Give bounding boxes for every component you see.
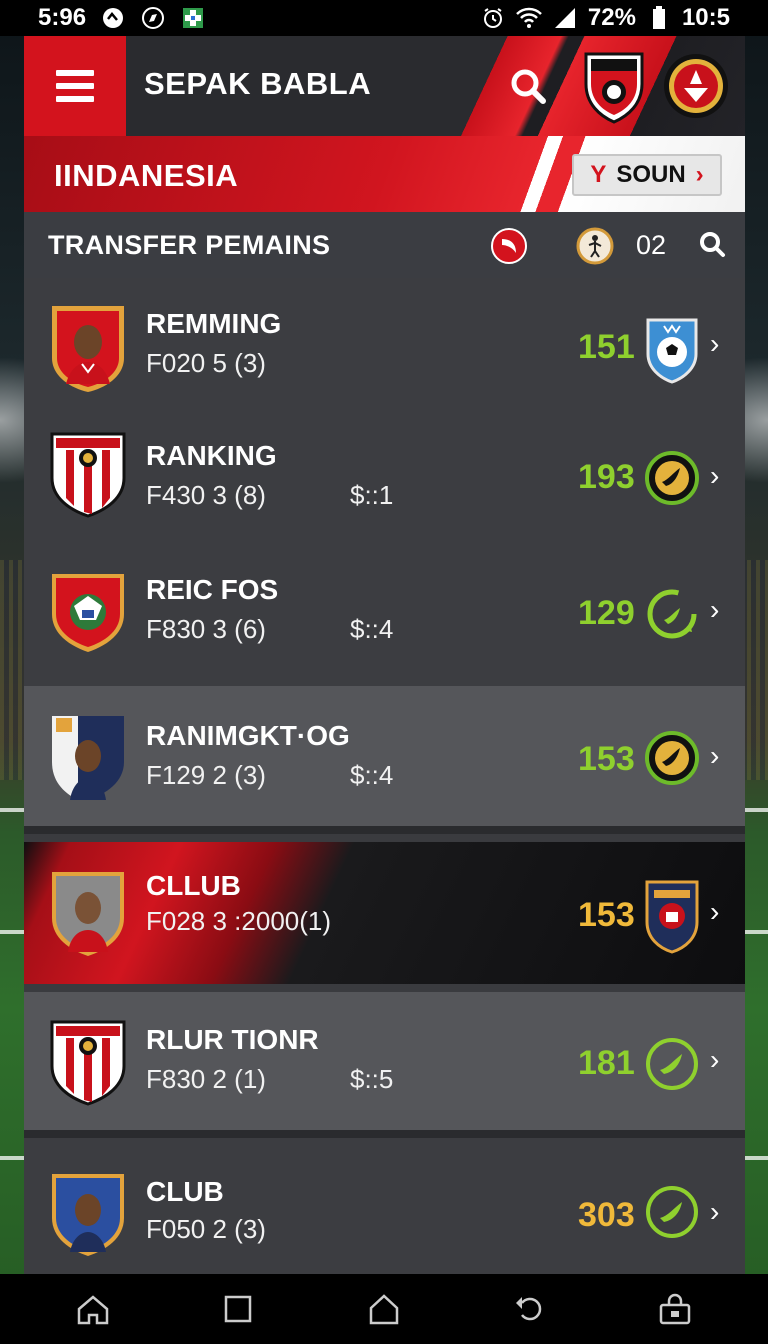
player-name: CLUB [146,1176,224,1207]
battery-percent: 72% [587,4,636,31]
list-item[interactable]: REMMING F020 5 (3) 151 › [24,278,745,418]
player-name: RLUR TIONR [146,1024,319,1055]
player-portrait-gold-shield [48,868,128,960]
chevron-right-icon: › [710,740,720,771]
player-portrait-shield [48,302,128,394]
player-detail: F830 2 (1) [146,1064,266,1094]
search-icon[interactable] [508,66,548,106]
green-swirl-arrow-icon [644,586,700,642]
country-name: IINDANESIA [54,158,239,193]
chevron-right-icon: › [710,1196,720,1227]
striped-club-crest [48,428,128,520]
ball-player-icon[interactable] [576,227,614,265]
alarm-clock-icon [480,5,506,31]
list-item[interactable]: REIC FOS F830 3 (6) $::4 129 › [24,548,745,686]
red-shield-crest-icon[interactable] [582,48,646,124]
hamburger-menu-icon[interactable] [24,36,126,136]
player-detail: F129 2 (3) [146,760,266,790]
player-portrait-blue-shield [48,1168,128,1260]
red-club-icon[interactable] [490,227,528,265]
chevron-right-icon: › [695,161,704,188]
home-icon[interactable] [73,1289,113,1329]
soccer-ball-shield-icon [644,314,700,384]
list-item[interactable]: RLUR TIONR F830 2 (1) $::5 181 › [24,992,745,1138]
player-extra: $::4 [350,614,394,644]
player-name: REIC FOS [146,574,279,605]
player-score: 151 [578,328,635,366]
list-item-highlighted[interactable]: CLLUB F028 3 :2000(1) 153 › [24,842,745,984]
player-detail: F830 3 (6) [146,614,266,644]
player-score: 129 [578,594,635,632]
section-header: TRANSFER PEMAINS 02 [24,212,745,278]
soun-button-label: SOUN [616,161,686,188]
player-detail: F050 2 (3) [146,1214,266,1244]
app-notification-icon [180,5,206,31]
wifi-icon [516,5,542,31]
house-outline-icon[interactable] [364,1289,404,1329]
player-score: 303 [578,1196,635,1234]
player-extra: $::1 [350,480,394,510]
square-icon[interactable] [218,1289,258,1329]
player-name: REMMING [146,308,282,339]
soun-button[interactable]: Y SOUN › [572,154,722,196]
round-red-crest-icon[interactable] [662,52,730,120]
player-name: RANIMGKT·OG [146,720,350,751]
player-detail: F028 3 :2000(1) [146,906,332,936]
country-bar: IINDANESIA Y SOUN › [24,136,745,212]
status-clock-right: 10:5 [681,4,730,31]
toolbox-icon[interactable] [655,1289,695,1329]
cell-signal-icon [552,5,578,31]
row-divider [24,826,745,834]
list-item[interactable]: RANIMGKT·OG F129 2 (3) $::4 153 › [24,686,745,834]
green-ring-swirl-icon [644,450,700,506]
app-header: SEPAK BABLA [24,36,745,136]
chevron-right-icon: › [710,896,720,927]
player-detail: F430 3 (8) [146,480,266,510]
app-panel: SEPAK BABLA IINDANESIA Y SOUN › TRANSFER… [24,36,745,1274]
section-title: TRANSFER PEMAINS [48,230,331,260]
chevron-right-icon: › [710,460,720,491]
battery-icon [646,5,672,31]
green-ring-swirl-icon [644,730,700,786]
chevron-right-icon: › [710,1044,720,1075]
search-icon[interactable] [698,230,726,258]
striped-club-crest [48,1016,128,1108]
button-prefix: Y [590,161,607,188]
section-count: 02 [636,230,667,260]
red-eagle-crest [48,566,128,658]
green-swirl-icon [644,1036,700,1092]
player-detail: F020 5 (3) [146,348,266,378]
green-swirl-icon [644,1184,700,1240]
compass-icon [140,5,166,31]
player-extra: $::5 [350,1064,394,1094]
player-name: CLLUB [146,870,241,901]
back-arrow-icon[interactable] [510,1289,550,1329]
player-extra: $::4 [350,760,394,790]
player-score: 181 [578,1044,635,1082]
status-bar: 5:96 72% 10:5 [0,0,768,36]
player-score: 153 [578,740,635,778]
list-item[interactable]: CLUB F050 2 (3) 303 › [24,1138,745,1274]
navy-club-shield-icon [644,878,700,954]
chevron-right-icon: › [710,594,720,625]
chevron-right-icon: › [710,328,720,359]
status-time: 5:96 [38,4,87,31]
player-portrait-navy-shield [48,712,128,804]
player-score: 193 [578,458,635,496]
bottom-nav [0,1274,768,1344]
player-name: RANKING [146,440,277,471]
list-item[interactable]: RANKING F430 3 (8) $::1 193 › [24,418,745,548]
sync-icon [100,5,126,31]
player-score: 153 [578,896,635,934]
app-title: SEPAK BABLA [144,66,372,101]
row-divider [24,1130,745,1138]
